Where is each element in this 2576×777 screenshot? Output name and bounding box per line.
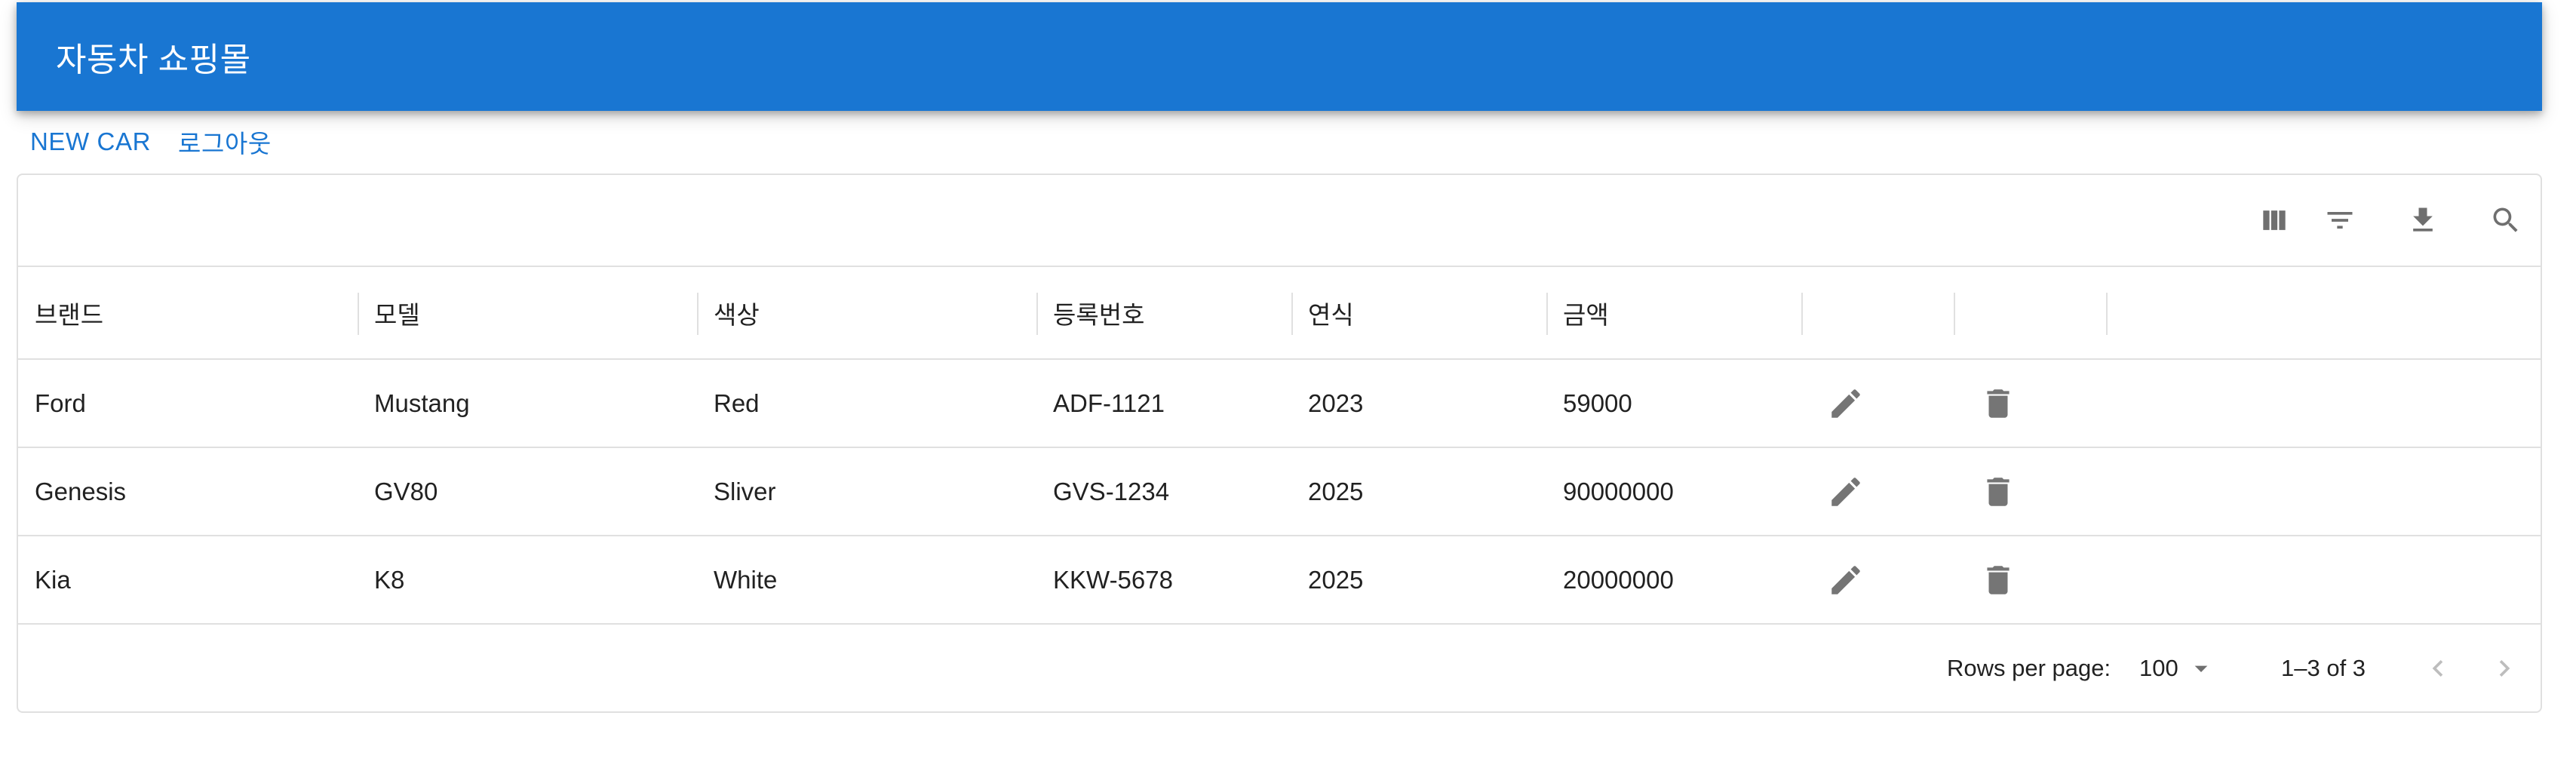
column-header-delete	[1954, 267, 2106, 358]
cell-model: K8	[374, 565, 405, 594]
cell-price: 90000000	[1563, 477, 1674, 505]
rows-per-page-select[interactable]: 100	[2139, 625, 2216, 711]
column-header-registration-number[interactable]: 등록번호	[1036, 267, 1291, 358]
edit-icon	[1831, 566, 1860, 594]
edit-button[interactable]	[1823, 469, 1868, 514]
view-column-icon	[2263, 210, 2286, 230]
edit-icon	[1831, 478, 1860, 506]
column-header-edit	[1801, 267, 1954, 358]
filter-list-icon	[2327, 212, 2353, 229]
columns-button[interactable]	[2253, 199, 2295, 241]
column-header-year[interactable]: 연식	[1291, 267, 1546, 358]
next-page-button[interactable]	[2483, 647, 2525, 689]
cell-year: 2023	[1308, 388, 1364, 417]
app-bar: 자동차 쇼핑몰	[17, 2, 2542, 111]
cell-price: 20000000	[1563, 565, 1674, 594]
filters-button[interactable]	[2319, 199, 2361, 241]
cell-model: Mustang	[374, 388, 470, 417]
edit-button[interactable]	[1823, 557, 1868, 603]
cell-color: White	[714, 565, 778, 594]
delete-button[interactable]	[1976, 557, 2021, 603]
edit-icon	[1831, 389, 1860, 418]
cell-year: 2025	[1308, 477, 1364, 505]
pagination-footer: Rows per page: 100 1–3 of 3	[18, 625, 2541, 711]
cell-model: GV80	[374, 477, 438, 505]
cell-registration-number: ADF-1121	[1053, 388, 1165, 417]
cell-brand: Genesis	[35, 477, 127, 505]
table-row[interactable]: Genesis GV80 Sliver GVS-1234 2025 900000…	[18, 448, 2541, 536]
edit-button[interactable]	[1823, 381, 1868, 426]
delete-icon	[1987, 478, 2010, 506]
cell-registration-number: GVS-1234	[1053, 477, 1170, 505]
app-title: 자동차 쇼핑몰	[56, 41, 251, 78]
previous-page-button[interactable]	[2417, 647, 2459, 689]
cell-price: 59000	[1563, 388, 1632, 417]
search-button[interactable]	[2485, 199, 2527, 241]
logout-button[interactable]: 로그아웃	[164, 124, 285, 160]
car-data-grid: 브랜드 모델 색상 등록번호 연식 금액 Ford Mustang Red AD…	[17, 174, 2542, 713]
export-button[interactable]	[2402, 199, 2444, 241]
search-icon	[2493, 207, 2518, 232]
column-header-color[interactable]: 색상	[697, 267, 1036, 358]
delete-icon	[1987, 389, 2010, 418]
cell-year: 2025	[1308, 565, 1364, 594]
cell-brand: Kia	[35, 565, 71, 594]
cell-color: Red	[714, 388, 760, 417]
delete-icon	[1987, 566, 2010, 594]
column-header-row: 브랜드 모델 색상 등록번호 연식 금액	[18, 266, 2541, 360]
download-icon	[2413, 207, 2433, 232]
caret-down-icon	[2194, 665, 2208, 672]
delete-button[interactable]	[1976, 469, 2021, 514]
column-header-model[interactable]: 모델	[358, 267, 697, 358]
delete-button[interactable]	[1976, 381, 2021, 426]
new-car-button[interactable]: NEW CAR	[17, 127, 164, 156]
cell-brand: Ford	[35, 388, 86, 417]
grid-toolbar	[18, 175, 2541, 266]
pagination-range: 1–3 of 3	[2281, 655, 2366, 681]
chevron-left-icon	[2432, 660, 2443, 677]
rows-per-page-label: Rows per page:	[1947, 655, 2111, 681]
nav-links: NEW CAR 로그아웃	[17, 121, 285, 163]
chevron-right-icon	[2499, 660, 2510, 677]
table-row[interactable]: Ford Mustang Red ADF-1121 2023 59000	[18, 360, 2541, 448]
column-header-brand[interactable]: 브랜드	[18, 267, 358, 358]
rows-per-page-value: 100	[2139, 655, 2178, 681]
table-row[interactable]: Kia K8 White KKW-5678 2025 20000000	[18, 536, 2541, 625]
cell-color: Sliver	[714, 477, 776, 505]
cell-registration-number: KKW-5678	[1053, 565, 1173, 594]
column-separator[interactable]	[2106, 293, 2108, 335]
column-header-price[interactable]: 금액	[1546, 267, 1801, 358]
